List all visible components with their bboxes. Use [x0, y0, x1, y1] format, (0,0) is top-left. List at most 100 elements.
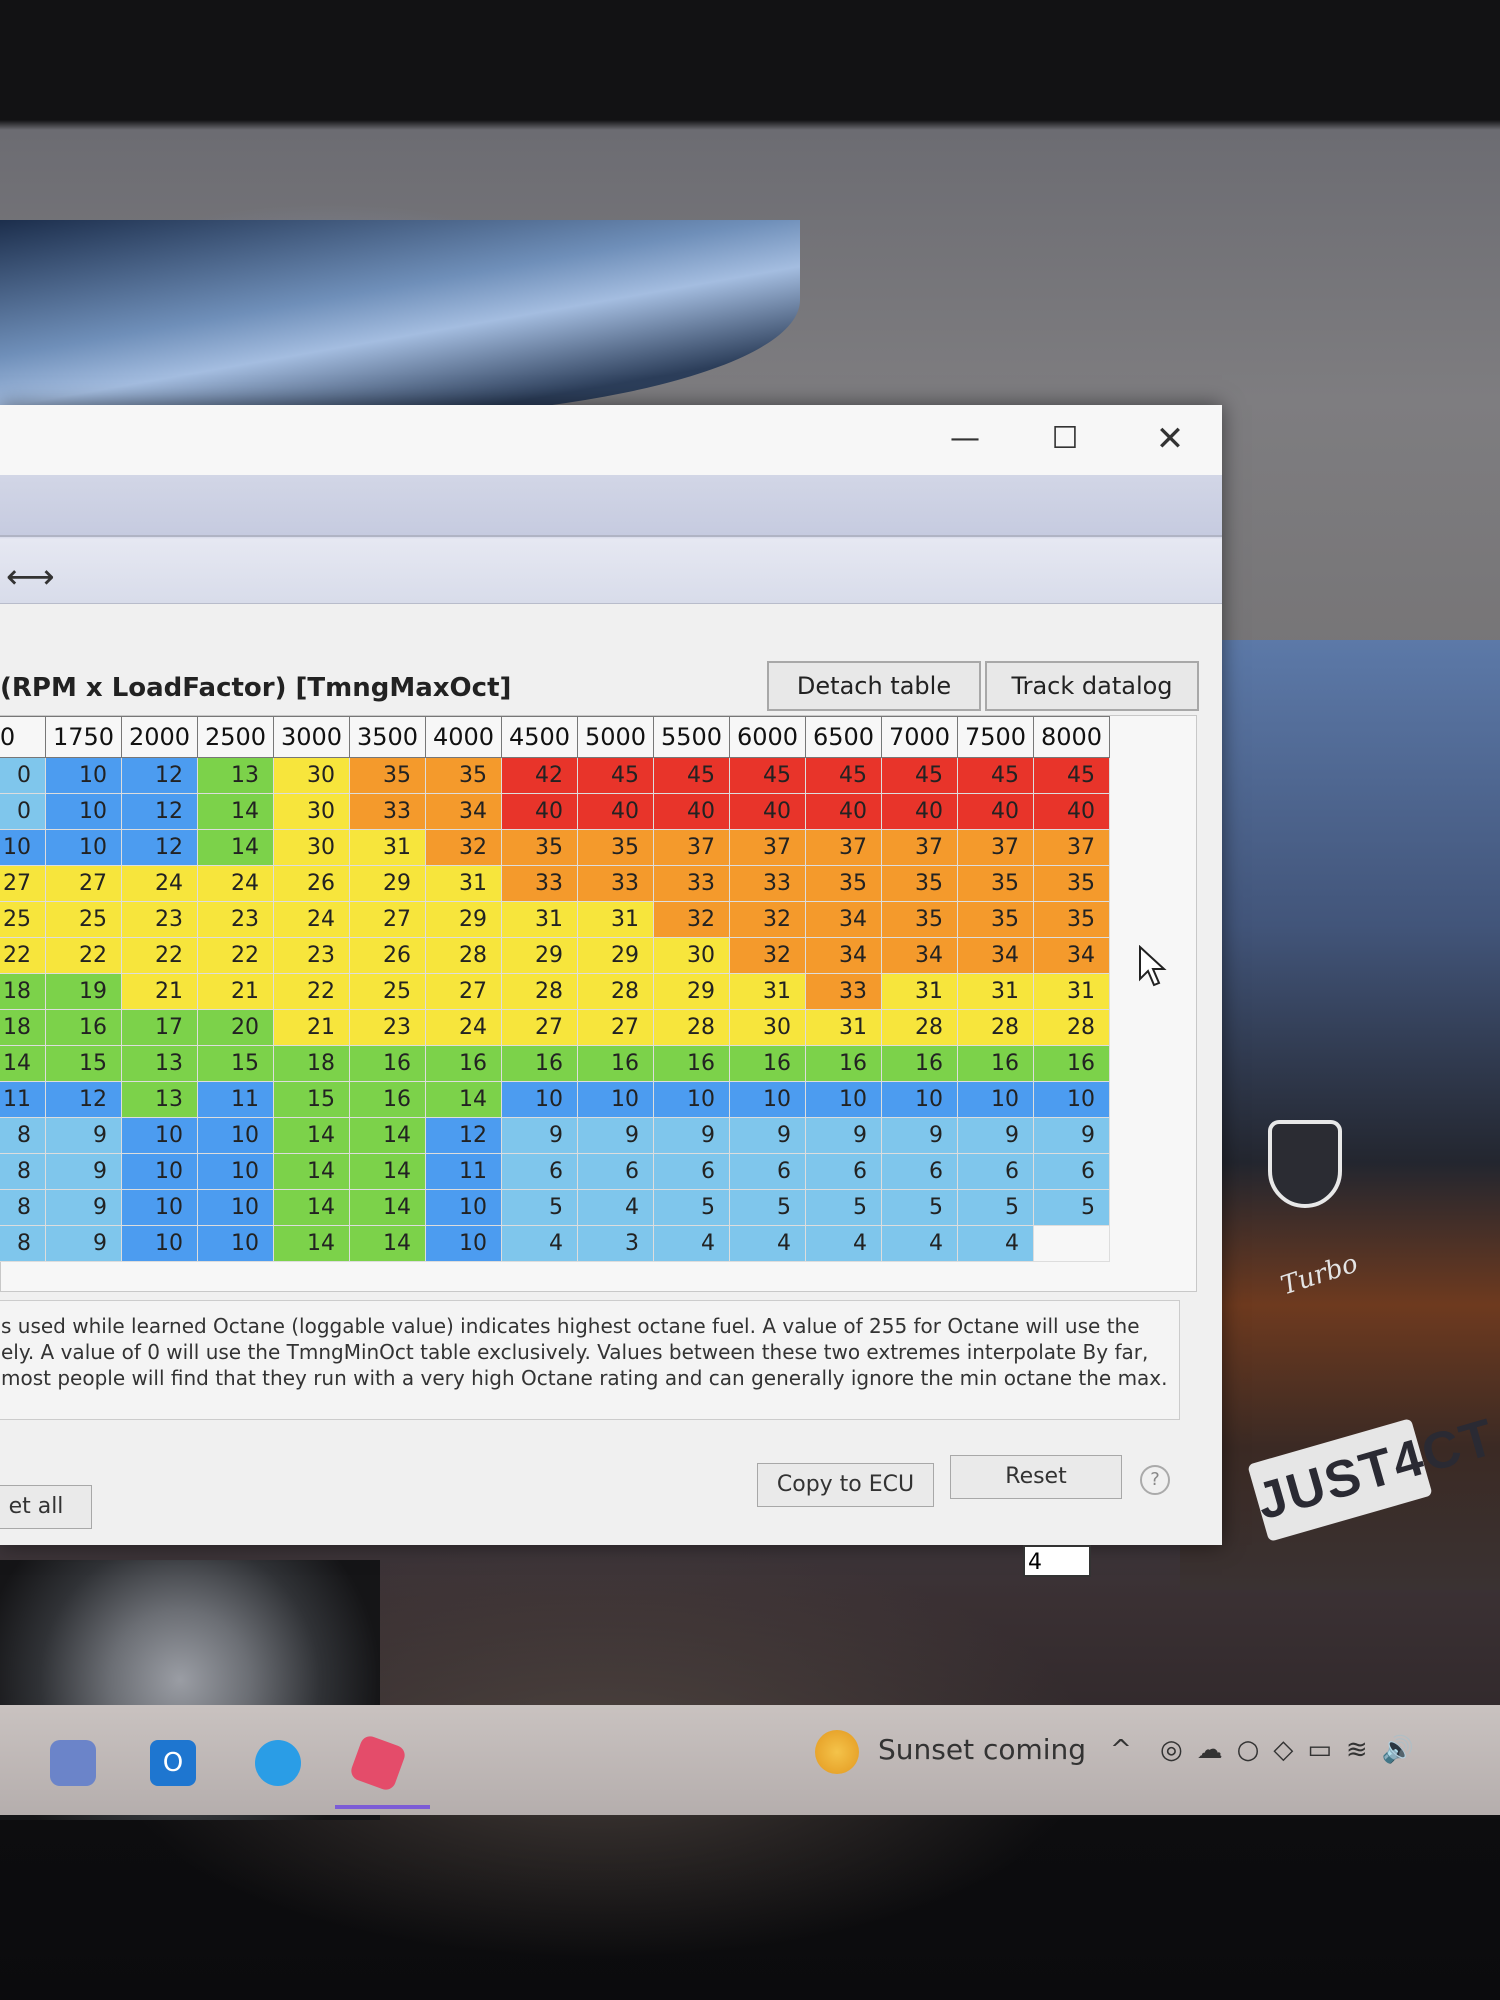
table-cell[interactable]: 10 [121, 1225, 198, 1262]
table-cell[interactable]: 29 [577, 937, 654, 974]
table-cell[interactable]: 10 [805, 1081, 882, 1118]
table-cell[interactable]: 35 [805, 865, 882, 902]
table-cell[interactable]: 10 [121, 1189, 198, 1226]
table-cell[interactable]: 29 [349, 865, 426, 902]
cell-edit-input[interactable]: 4 [1023, 1545, 1091, 1577]
table-cell[interactable]: 6 [805, 1153, 882, 1190]
table-cell[interactable]: 40 [653, 793, 730, 830]
table-cell[interactable]: 12 [425, 1117, 502, 1154]
rpm-column-header[interactable]: 0 [0, 716, 46, 758]
table-cell[interactable]: 27 [577, 1009, 654, 1046]
table-cell[interactable]: 14 [197, 829, 274, 866]
table-cell[interactable]: 45 [805, 757, 882, 794]
table-cell[interactable]: 21 [197, 973, 274, 1010]
table-cell[interactable]: 14 [273, 1117, 350, 1154]
table-cell[interactable]: 4 [577, 1189, 654, 1226]
table-cell[interactable]: 10 [45, 757, 122, 794]
table-cell[interactable]: 16 [425, 1045, 502, 1082]
table-cell[interactable]: 45 [881, 757, 958, 794]
table-cell[interactable]: 12 [121, 757, 198, 794]
rpm-column-header[interactable]: 6500 [805, 716, 882, 758]
table-cell[interactable]: 24 [197, 865, 274, 902]
rpm-column-header[interactable]: 2000 [121, 716, 198, 758]
detach-table-button[interactable]: Detach table [767, 661, 981, 711]
table-cell[interactable]: 28 [501, 973, 578, 1010]
table-cell[interactable]: 10 [881, 1081, 958, 1118]
table-cell[interactable]: 12 [121, 829, 198, 866]
table-cell[interactable]: 21 [273, 1009, 350, 1046]
table-cell[interactable]: 9 [729, 1117, 806, 1154]
table-cell[interactable]: 18 [0, 973, 46, 1010]
table-cell[interactable]: 8 [0, 1153, 46, 1190]
table-cell[interactable]: 28 [881, 1009, 958, 1046]
table-cell[interactable]: 35 [881, 865, 958, 902]
table-cell[interactable]: 9 [501, 1117, 578, 1154]
table-cell[interactable]: 40 [1033, 793, 1110, 830]
table-cell[interactable]: 25 [349, 973, 426, 1010]
table-cell[interactable]: 30 [729, 1009, 806, 1046]
table-cell[interactable]: 4 [957, 1225, 1034, 1262]
track-datalog-button[interactable]: Track datalog [985, 661, 1199, 711]
table-cell[interactable]: 14 [273, 1153, 350, 1190]
table-cell[interactable]: 6 [501, 1153, 578, 1190]
table-cell[interactable]: 34 [805, 901, 882, 938]
table-cell[interactable]: 35 [577, 829, 654, 866]
table-cell[interactable]: 16 [45, 1009, 122, 1046]
table-cell[interactable]: 23 [121, 901, 198, 938]
table-cell[interactable]: 30 [273, 793, 350, 830]
rpm-column-header[interactable]: 7000 [881, 716, 958, 758]
table-cell[interactable]: 5 [1033, 1189, 1110, 1226]
rpm-column-header[interactable]: 4500 [501, 716, 578, 758]
table-cell[interactable]: 14 [349, 1189, 426, 1226]
table-cell[interactable]: 35 [1033, 901, 1110, 938]
table-cell[interactable]: 34 [1033, 937, 1110, 974]
rpm-column-header[interactable]: 1750 [45, 716, 122, 758]
rpm-column-header[interactable]: 7500 [957, 716, 1034, 758]
table-cell[interactable]: 16 [577, 1045, 654, 1082]
table-cell[interactable]: 4 [805, 1225, 882, 1262]
table-cell[interactable]: 5 [805, 1189, 882, 1226]
table-cell[interactable]: 24 [121, 865, 198, 902]
table-cell[interactable]: 32 [729, 937, 806, 974]
table-cell[interactable]: 31 [349, 829, 426, 866]
table-cell[interactable]: 8 [0, 1225, 46, 1262]
table-cell[interactable]: 32 [425, 829, 502, 866]
table-cell[interactable]: 28 [957, 1009, 1034, 1046]
table-cell[interactable]: 4 [729, 1225, 806, 1262]
table-cell[interactable]: 14 [349, 1225, 426, 1262]
table-cell[interactable]: 18 [0, 1009, 46, 1046]
table-cell[interactable]: 10 [121, 1117, 198, 1154]
table-cell[interactable]: 11 [0, 1081, 46, 1118]
table-cell[interactable]: 32 [729, 901, 806, 938]
table-cell[interactable]: 5 [501, 1189, 578, 1226]
system-tray-icons[interactable]: ◎☁○◇▭≋🔊 [1160, 1735, 1428, 1765]
table-cell[interactable]: 35 [425, 757, 502, 794]
table-cell[interactable]: 22 [45, 937, 122, 974]
table-cell[interactable]: 35 [501, 829, 578, 866]
table-cell[interactable]: 15 [273, 1081, 350, 1118]
table-cell[interactable]: 13 [197, 757, 274, 794]
table-cell[interactable]: 9 [653, 1117, 730, 1154]
table-cell[interactable]: 23 [197, 901, 274, 938]
table-cell[interactable]: 11 [197, 1081, 274, 1118]
table-cell[interactable]: 27 [501, 1009, 578, 1046]
table-cell[interactable]: 6 [957, 1153, 1034, 1190]
table-cell[interactable]: 25 [0, 901, 46, 938]
table-cell[interactable]: 10 [197, 1189, 274, 1226]
table-cell[interactable]: 27 [45, 865, 122, 902]
table-cell[interactable]: 9 [957, 1117, 1034, 1154]
table-cell[interactable]: 16 [349, 1045, 426, 1082]
table-cell[interactable]: 40 [957, 793, 1034, 830]
table-cell[interactable]: 31 [501, 901, 578, 938]
table-cell[interactable]: 5 [729, 1189, 806, 1226]
table-cell[interactable]: 10 [501, 1081, 578, 1118]
table-cell[interactable]: 31 [1033, 973, 1110, 1010]
table-cell[interactable]: 10 [121, 1153, 198, 1190]
minimize-button[interactable]: — [940, 419, 990, 459]
table-cell[interactable]: 4 [653, 1225, 730, 1262]
table-cell[interactable]: 10 [425, 1189, 502, 1226]
table-cell[interactable]: 29 [501, 937, 578, 974]
table-cell[interactable]: 24 [425, 1009, 502, 1046]
table-cell[interactable]: 28 [1033, 1009, 1110, 1046]
table-cell[interactable]: 10 [425, 1225, 502, 1262]
